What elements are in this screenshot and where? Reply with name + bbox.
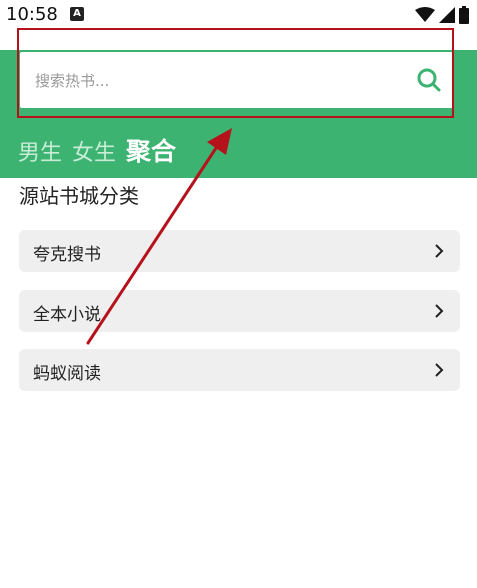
chevron-right-icon [435, 244, 444, 258]
source-item-quanben[interactable]: 全本小说 [19, 290, 460, 332]
source-item-label: 蚂蚁阅读 [33, 364, 101, 384]
status-icons [415, 5, 469, 25]
status-time: 10:58 [6, 4, 58, 25]
chevron-right-icon [435, 363, 444, 377]
tab-aggregate[interactable]: 聚合 [126, 132, 176, 168]
status-bar: 10:58 A [0, 0, 477, 30]
notification-icon: A [70, 7, 84, 21]
chevron-right-icon [435, 304, 444, 318]
annotation-highlight-box [17, 28, 454, 118]
tab-male[interactable]: 男生 [18, 135, 62, 167]
category-tabs: 男生 女生 聚合 [18, 132, 176, 168]
source-item-kuake[interactable]: 夸克搜书 [19, 230, 460, 272]
source-item-label: 夸克搜书 [33, 245, 101, 265]
signal-icon [439, 7, 455, 23]
wifi-icon [415, 7, 435, 22]
battery-icon [459, 6, 469, 24]
tab-female[interactable]: 女生 [72, 135, 116, 167]
source-item-label: 全本小说 [33, 305, 101, 325]
section-title: 源站书城分类 [19, 184, 139, 208]
source-item-mayi[interactable]: 蚂蚁阅读 [19, 349, 460, 391]
